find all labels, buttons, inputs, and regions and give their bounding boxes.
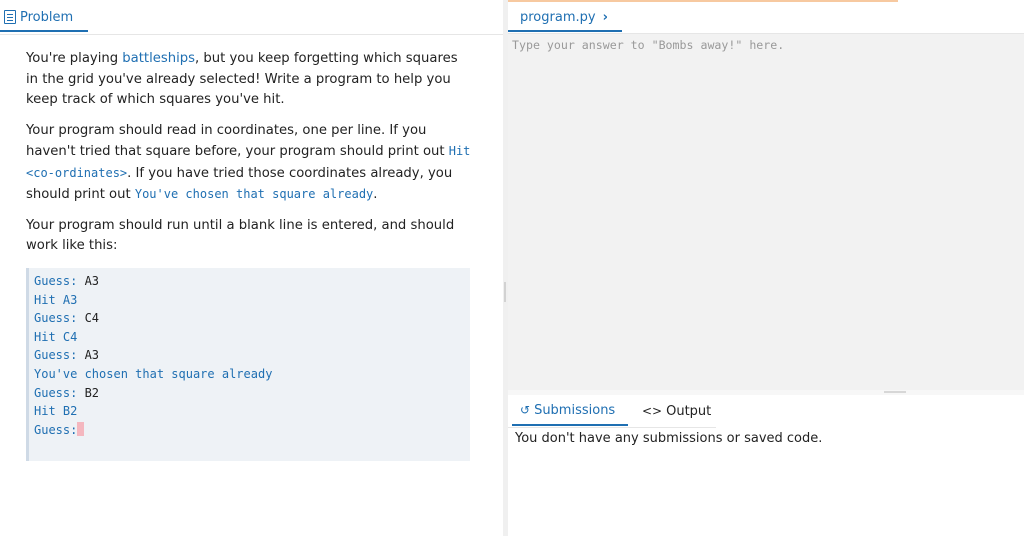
sample-line: Guess: B2 xyxy=(34,385,100,400)
sample-line: Guess: C4 xyxy=(34,311,100,326)
tab-problem[interactable]: Problem xyxy=(0,4,88,32)
rules-text-1: Your program should read in coordinates,… xyxy=(26,122,449,160)
tab-underline xyxy=(0,34,503,35)
code-editor[interactable]: Type your answer to "Bombs away!" here. xyxy=(508,34,1024,390)
sample-line: You've chosen that square already xyxy=(34,366,273,381)
sample-line: Guess: A3 xyxy=(34,274,100,288)
divider-grip[interactable] xyxy=(504,282,506,302)
tab-output[interactable]: <> Output xyxy=(642,396,722,426)
sample-line: Hit B2 xyxy=(34,404,78,419)
paragraph-rules: Your program should read in coordinates,… xyxy=(26,121,472,206)
history-icon: ↺ xyxy=(520,403,531,417)
sample-line: Hit C4 xyxy=(34,329,78,344)
battleships-link[interactable]: battleships xyxy=(122,51,195,66)
sample-line: Guess: xyxy=(34,421,470,440)
intro-text-1: You're playing xyxy=(26,51,123,66)
code-already: You've chosen that square already xyxy=(134,187,374,201)
paragraph-run: Your program should run until a blank li… xyxy=(26,217,455,254)
tab-program-label: program.py xyxy=(520,9,596,25)
text-cursor xyxy=(77,421,85,436)
problem-description: You're playing battleships, but you keep… xyxy=(26,49,472,267)
problem-panel: Problem You're playing battleships, but … xyxy=(0,0,503,536)
sample-output: Guess: A3 Hit A3 Guess: C4 Hit C4 Guess:… xyxy=(26,268,470,461)
paragraph-intro: You're playing battleships, but you keep… xyxy=(26,49,472,111)
code-brackets-icon: <> xyxy=(642,404,663,418)
editor-placeholder: Type your answer to "Bombs away!" here. xyxy=(512,38,785,52)
tab-submissions-label: Submissions xyxy=(534,402,616,418)
sample-line: Guess: A3 xyxy=(34,348,100,363)
rules-text-3: . xyxy=(373,187,378,202)
submissions-empty-message: You don't have any submissions or saved … xyxy=(515,431,823,446)
tab-problem-label: Problem xyxy=(20,9,74,25)
tab-submissions[interactable]: ↺ Submissions xyxy=(512,396,628,426)
document-icon xyxy=(4,10,16,24)
editor-panel: program.py › Type your answer to "Bombs … xyxy=(508,0,1024,536)
tab-program-py[interactable]: program.py › xyxy=(508,4,622,32)
bottom-tab-underline xyxy=(508,427,716,428)
editor-splitter[interactable] xyxy=(508,390,1024,395)
bottom-tabs: ↺ Submissions <> Output xyxy=(508,396,1024,428)
sample-line: Hit A3 xyxy=(34,292,78,307)
chevron-right-icon: › xyxy=(602,9,608,25)
splitter-grip[interactable] xyxy=(884,391,906,393)
tab-output-label: Output xyxy=(666,403,712,419)
